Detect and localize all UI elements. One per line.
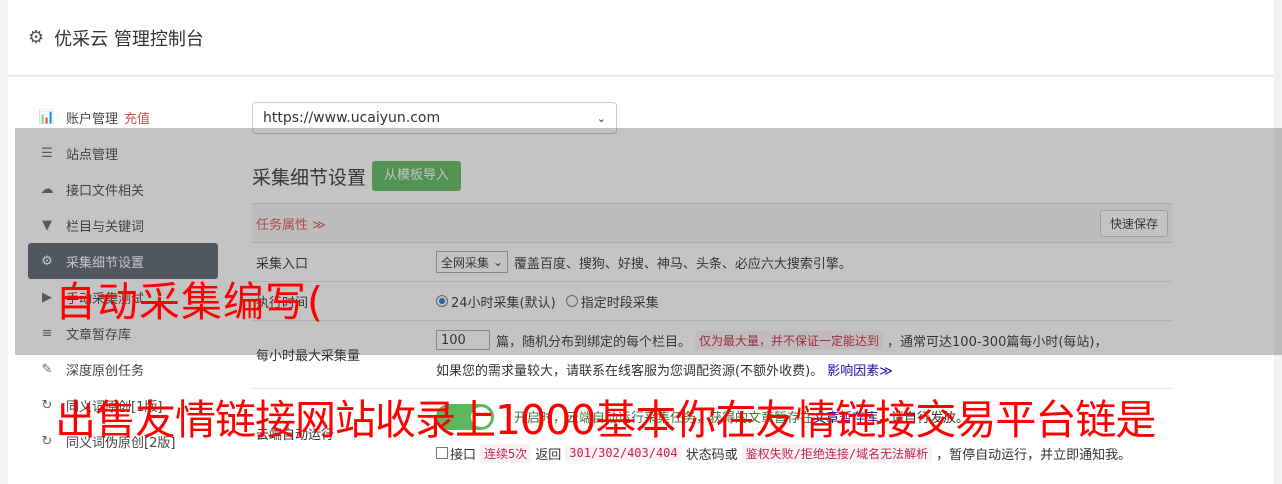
entry-select[interactable]: 全网采集 ⌄ — [436, 251, 508, 273]
row-time: 执行时间 24小时采集(默认) 指定时段采集 — [252, 282, 1172, 321]
chevron-down-icon: ⌄ — [596, 111, 606, 125]
mid1: 返回 — [535, 447, 562, 463]
max-text1: 篇，随机分布到绑定的每个栏目。 — [496, 334, 692, 350]
import-template-button[interactable]: 从模板导入 — [372, 161, 462, 191]
task-properties-bar: 任务属性 ≫ 快速保存 — [252, 203, 1172, 243]
gear-icon: ⚙ — [28, 27, 45, 48]
radio-scheduled[interactable]: 指定时段采集 — [565, 292, 659, 311]
tag-status-codes: 301/302/403/404 — [565, 445, 682, 461]
max-text3: 如果您的需求量较大，请联系在线客服为您调配资源(不额外收费)。 — [436, 364, 824, 379]
refresh-icon: ↻ — [41, 397, 53, 413]
tag-5times: 连续5次 — [480, 443, 532, 463]
radio-dot — [436, 295, 448, 307]
sidebar-item-label: 深度原创任务 — [66, 363, 145, 379]
top-header: ⚙ 优采云 管理控制台 — [8, 0, 1274, 76]
section-title: 采集细节设置 — [252, 166, 367, 189]
check-label: 接口 — [450, 447, 477, 463]
edit-icon: ✎ — [41, 361, 53, 377]
quick-save-button[interactable]: 快速保存 — [1099, 209, 1168, 237]
refresh-icon: ↻ — [41, 433, 53, 449]
overlay-headline-2: 出售友情链接网站收录上1000基本你在友情链接交易平台链是 — [55, 396, 1156, 444]
filter-icon: ▼ — [42, 217, 52, 233]
entry-select-value: 全网采集 — [441, 255, 490, 270]
database-icon: ≡ — [41, 325, 53, 341]
entry-desc: 覆盖百度、搜狗、好搜、神马、头条、必应六大搜索引擎。 — [513, 256, 852, 272]
cloud-upload-icon: ☁ — [40, 181, 54, 197]
row-entry: 采集入口 全网采集 ⌄ 覆盖百度、搜狗、好搜、神马、头条、必应六大搜索引擎。 — [252, 243, 1172, 282]
sidebar-item[interactable]: ☰ 站点管理 — [28, 135, 218, 171]
sidebar-item[interactable]: ▼ 栏目与关键词 — [28, 207, 218, 243]
sidebar-item-label: 站点管理 — [66, 147, 119, 163]
row-max: 每小时最大采集量 100 篇，随机分布到绑定的每个栏目。 仅为最大量，并不保证一… — [252, 321, 1172, 389]
mid2: 状态码或 — [685, 447, 738, 463]
server-icon: ☰ — [41, 145, 53, 161]
max-count-input[interactable]: 100 — [436, 330, 490, 350]
page-title: 优采云 管理控制台 — [54, 28, 204, 50]
bar-chart-icon: 📊 — [38, 109, 56, 125]
radio-label: 指定时段采集 — [580, 295, 659, 311]
sidebar-item[interactable]: ✎ 深度原创任务 — [28, 351, 218, 387]
site-select-value: https://www.ucaiyun.com — [263, 110, 441, 126]
pause-checkbox[interactable] — [436, 447, 448, 459]
recharge-link[interactable]: 充值 — [124, 108, 150, 127]
max-warning-tag: 仅为最大量，并不保证一定能达到 — [695, 330, 884, 350]
section-header: 采集细节设置 从模板导入 — [252, 161, 1172, 191]
play-circle-icon: ▶ — [42, 289, 52, 305]
sidebar-item-label: 账户管理 — [66, 111, 119, 127]
end-text: ，暂停自动运行，并立即通知我。 — [936, 447, 1132, 463]
site-select[interactable]: https://www.ucaiyun.com ⌄ — [252, 102, 617, 134]
overlay-headline-1: 自动采集编写( — [55, 278, 324, 326]
row-label: 每小时最大采集量 — [256, 349, 361, 364]
radio-24h[interactable]: 24小时采集(默认) — [436, 292, 556, 311]
max-text2: ，通常可达100-300篇每小时(每站)， — [887, 334, 1108, 350]
sidebar-item-label: 接口文件相关 — [66, 183, 145, 199]
tag-auth-fail: 鉴权失败/拒绝连接/域名无法解析 — [741, 443, 933, 463]
sidebar-item-label: 栏目与关键词 — [66, 219, 145, 235]
radio-dot — [565, 295, 578, 307]
task-properties-toggle[interactable]: 任务属性 ≫ — [256, 214, 326, 233]
factors-link[interactable]: 影响因素≫ — [827, 364, 893, 379]
sidebar-item[interactable]: 📊 账户管理 充值 — [28, 99, 218, 135]
radio-label: 24小时采集(默认) — [451, 295, 556, 311]
sidebar-item[interactable]: ☁ 接口文件相关 — [28, 171, 218, 207]
gears-icon: ⚙ — [41, 253, 53, 269]
